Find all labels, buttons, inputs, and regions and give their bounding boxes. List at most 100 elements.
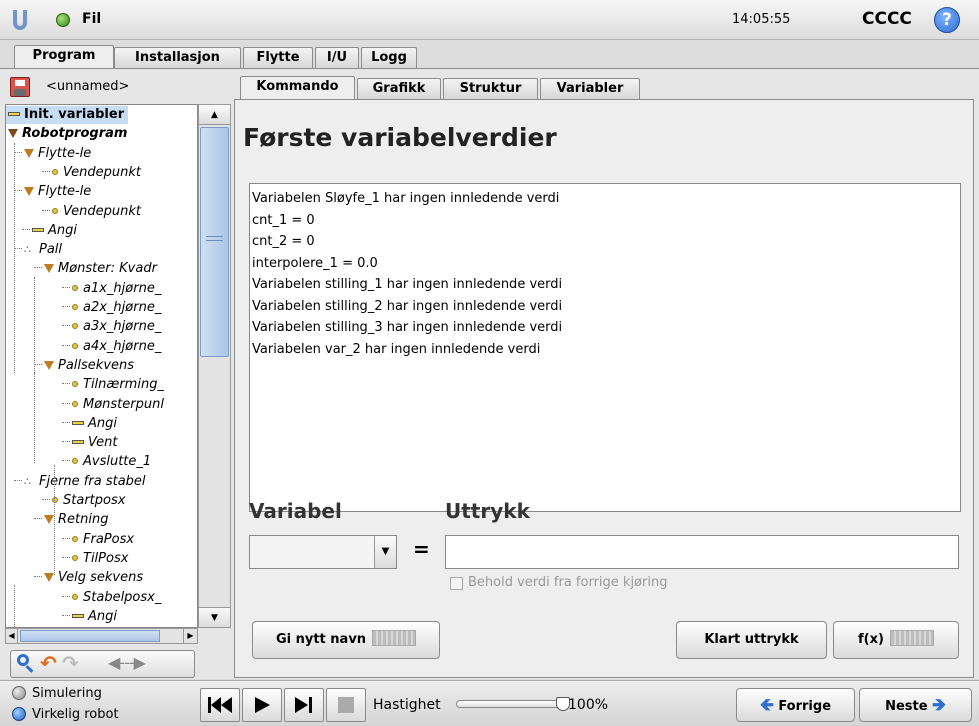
tab-flytte[interactable]: Flytte [243, 47, 313, 69]
folder-triangle-icon [44, 515, 54, 525]
tree-node[interactable]: Angi [62, 415, 117, 433]
search-icon[interactable] [15, 653, 35, 673]
tree-connector-icon [34, 576, 42, 578]
subtab-variabler[interactable]: Variabler [540, 78, 640, 100]
keep-value-label: Behold verdi fra forrige kjøring [468, 575, 668, 590]
tree-node[interactable]: Angi [62, 608, 117, 626]
tree-node[interactable]: Vent [62, 434, 117, 452]
tree-node[interactable]: Stabelposx_ [62, 589, 161, 607]
tree-node[interactable]: Mønster: Kvadr [34, 260, 157, 278]
simulation-radio[interactable] [12, 686, 26, 700]
tree-connector-icon [42, 170, 50, 172]
variable-select[interactable]: ▼ [249, 535, 397, 569]
rename-button[interactable]: Gi nytt navn [252, 621, 440, 659]
tree-node[interactable]: Avslutte_1 [62, 453, 151, 471]
scroll-thumb[interactable] [200, 127, 229, 357]
tree-node-label: TilPosx [83, 550, 129, 566]
tree-node[interactable]: Robotprogram [8, 125, 127, 143]
real-robot-radio[interactable] [12, 707, 26, 721]
undo-icon[interactable]: ↶ [40, 651, 57, 675]
subtab-grafikk[interactable]: Grafikk [357, 78, 441, 100]
tree-node-label: a4x_hjørne_ [83, 338, 162, 354]
subtab-kommando[interactable]: Kommando [240, 76, 355, 100]
redo-icon[interactable]: ↷ [62, 651, 79, 675]
speed-slider-fill [457, 701, 565, 707]
tree-node[interactable]: Velg sekvens [34, 569, 143, 587]
h-scroll-thumb[interactable] [20, 630, 160, 642]
skip-back-button[interactable] [200, 688, 240, 722]
tree-node[interactable]: Vendepunkt [42, 164, 141, 182]
scroll-up-button[interactable]: ▲ [199, 105, 230, 125]
tree-node[interactable]: TilPosx [62, 550, 128, 568]
tree-node-label: Stabelposx_ [83, 589, 162, 605]
tree-node[interactable]: Flytte-le [14, 183, 91, 201]
tree-node[interactable]: ∴ Fjerne fra stabel [14, 473, 146, 491]
robot-name: CCCC [862, 9, 912, 29]
tree-node-label: Flytte-le [38, 184, 92, 200]
tree-connector-icon [62, 441, 70, 443]
clear-expression-button[interactable]: Klart uttrykk [676, 621, 827, 659]
step-button[interactable] [284, 688, 324, 722]
tree-node[interactable]: Vendepunkt [42, 203, 141, 221]
program-tree[interactable]: Init. variabler Robotprogram Flytte-le Vend… [5, 104, 198, 628]
fx-button[interactable]: f(x) [833, 621, 959, 659]
tree-node-label: Velg sekvens [58, 570, 144, 586]
tree-h-scrollbar[interactable]: ◀ ▶ [5, 628, 198, 644]
tab-logg[interactable]: Logg [361, 47, 417, 69]
waypoint-icon [52, 497, 58, 503]
speed-slider-track[interactable] [456, 700, 566, 708]
tree-node[interactable]: a3x_hjørne_ [62, 318, 161, 336]
expression-input[interactable] [445, 535, 959, 569]
file-menu[interactable]: Fil [82, 11, 101, 27]
tree-node[interactable]: Tilnærming_ [62, 376, 164, 394]
play-button[interactable] [242, 688, 282, 722]
tree-scrollbar[interactable]: ▲ ▼ [198, 104, 231, 628]
speed-value: 100% [568, 697, 609, 713]
keep-value-checkbox[interactable] [450, 577, 463, 590]
next-button[interactable]: Neste 🡺 [859, 688, 972, 722]
scroll-down-button[interactable]: ▼ [199, 607, 230, 627]
tree-node[interactable]: Init. variabler [6, 106, 129, 124]
chevron-down-icon[interactable]: ▼ [374, 536, 396, 568]
subtab-struktur[interactable]: Struktur [443, 78, 538, 100]
tree-node[interactable]: ∴ Pall [14, 241, 62, 259]
keyboard-icon [889, 630, 934, 646]
tree-node-label: a2x_hjørne_ [83, 300, 162, 315]
tree-connector-icon [62, 306, 70, 307]
tab-program[interactable]: Program [14, 45, 114, 69]
tree-node[interactable]: a4x_hjørne_ [62, 338, 161, 356]
variable-label: Variabel [249, 499, 342, 523]
tree-node-label: Mønsterpunl [83, 396, 164, 412]
tree-connector-icon [34, 518, 42, 520]
tree-node-label: Vendepunkt [63, 203, 141, 219]
stop-button[interactable] [326, 688, 366, 722]
tree-node[interactable]: FraPosx [62, 531, 134, 549]
tree-connector-icon [62, 325, 70, 327]
waypoint-icon [72, 381, 78, 388]
tab-installasjon[interactable]: Installasjon [114, 47, 241, 69]
save-icon[interactable] [10, 77, 30, 97]
tree-node-label: a1x_hjørne_ [83, 280, 162, 296]
tree-node-label: a3x_hjørne_ [83, 319, 162, 335]
tree-node[interactable]: a2x_hjørne_ [62, 299, 161, 317]
folder-triangle-icon [8, 129, 18, 139]
tab-io[interactable]: I/U [315, 47, 359, 69]
tree-node-label: Flytte-le [38, 145, 92, 161]
move-node-icon[interactable]: ◀---▶ [108, 653, 146, 672]
tree-node[interactable]: Pallsekvens [34, 357, 134, 375]
tree-node-label: Init. variabler [24, 107, 125, 122]
tree-node[interactable]: Angi [22, 222, 77, 240]
tree-node[interactable]: Retning [34, 511, 108, 529]
simulation-label: Simulering [32, 686, 102, 701]
tree-node[interactable]: a1x_hjørne_ [62, 280, 161, 298]
folder-triangle-icon [24, 148, 34, 158]
pallet-icon: ∴ [24, 243, 31, 257]
tree-node[interactable]: Flytte-le [14, 145, 91, 163]
prev-button[interactable]: 🡸 Forrige [736, 688, 855, 722]
tree-node[interactable]: Mønsterpunl [62, 396, 164, 414]
tree-connector-icon [62, 402, 70, 404]
title-bar [0, 0, 979, 40]
help-icon[interactable]: ? [934, 7, 960, 33]
tree-node-label: Pallsekvens [58, 357, 135, 373]
panel-heading: Første variabelverdier [243, 123, 557, 152]
